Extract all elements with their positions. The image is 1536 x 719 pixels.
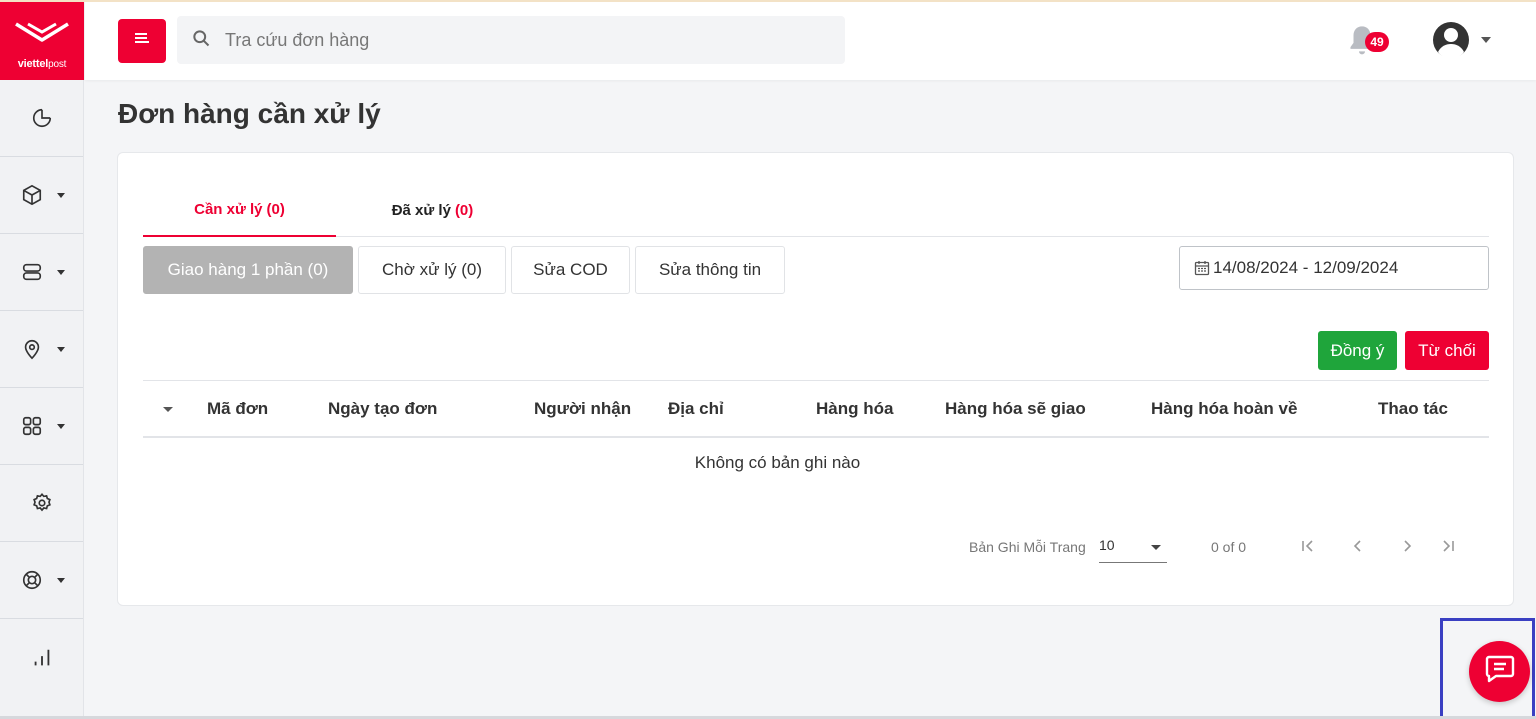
chevron-down-icon — [56, 423, 65, 429]
chevron-down-icon — [56, 346, 65, 352]
user-avatar-button[interactable] — [1431, 20, 1471, 60]
column-goods[interactable]: Hàng hóa — [816, 381, 893, 437]
sidebar: viettelpost — [0, 0, 84, 719]
column-created-date[interactable]: Ngày tạo đơn — [328, 381, 437, 437]
sidebar-item-support[interactable] — [0, 542, 83, 619]
menu-icon — [135, 32, 149, 50]
user-icon — [1431, 22, 1471, 64]
top-accent-line — [0, 0, 1536, 2]
location-icon — [19, 336, 45, 362]
sidebar-item-apps[interactable] — [0, 388, 83, 465]
rows-per-page-select[interactable]: 10 — [1099, 537, 1167, 563]
orders-card: Cần xử lý (0) Đã xử lý (0) Giao hàng 1 p… — [117, 152, 1514, 606]
empty-state-text: Không có bản ghi nào — [694, 453, 861, 472]
subtab-edit-cod[interactable]: Sửa COD — [511, 246, 630, 294]
gear-icon — [29, 490, 55, 516]
search-box — [177, 16, 845, 64]
date-range-picker[interactable]: 14/08/2024 - 12/09/2024 — [1179, 246, 1489, 290]
column-actions: Thao tác — [1378, 399, 1448, 418]
pagination-range: 0 of 0 — [1211, 539, 1247, 555]
tab-count: (0) — [266, 200, 285, 218]
chevron-left-icon — [1350, 538, 1366, 559]
chevron-down-icon — [56, 269, 65, 275]
subtab-partial-delivery[interactable]: Giao hàng 1 phần (0) — [143, 246, 353, 294]
box-icon — [19, 182, 45, 208]
sidebar-item-location[interactable] — [0, 311, 83, 388]
viettel-logo-mark — [15, 22, 69, 42]
calendar-icon — [1194, 260, 1210, 276]
chevron-down-icon — [1151, 545, 1161, 550]
column-goods-returned[interactable]: Hàng hóa hoàn về — [1151, 381, 1297, 437]
sub-tabs: Giao hàng 1 phần (0) Chờ xử lý (0) Sửa C… — [143, 246, 785, 294]
prev-page-button[interactable] — [1346, 536, 1370, 560]
apps-icon — [19, 413, 45, 439]
bar-chart-icon — [29, 645, 55, 671]
table-header: Mã đơn Ngày tạo đơn Người nhận Địa chỉ H… — [143, 380, 1489, 438]
tab-label: Đã xử lý — [391, 201, 451, 219]
last-page-button[interactable] — [1436, 536, 1460, 560]
sidebar-item-storage[interactable] — [0, 234, 83, 311]
column-order-code[interactable]: Mã đơn — [207, 381, 268, 437]
page-title: Đơn hàng cần xử lý — [118, 98, 381, 129]
sidebar-item-settings[interactable] — [0, 465, 83, 542]
last-page-icon — [1440, 538, 1456, 559]
subtab-waiting[interactable]: Chờ xử lý (0) — [358, 246, 506, 294]
rows-per-page-label: Bản Ghi Mỗi Trang — [969, 539, 1086, 555]
reject-button[interactable]: Từ chối — [1405, 331, 1489, 370]
chevron-right-icon — [1399, 538, 1415, 559]
accept-button[interactable]: Đồng ý — [1318, 331, 1397, 370]
sidebar-item-orders[interactable] — [0, 157, 83, 234]
column-address[interactable]: Địa chỉ — [668, 381, 724, 437]
top-header: 49 — [85, 2, 1536, 80]
subtab-edit-info[interactable]: Sửa thông tin — [635, 246, 785, 294]
column-recipient[interactable]: Người nhận — [534, 381, 631, 437]
tab-label: Cần xử lý — [194, 200, 263, 218]
chevron-down-icon[interactable] — [1481, 37, 1491, 43]
notification-badge: 49 — [1365, 32, 1389, 52]
chart-pie-icon — [29, 105, 55, 131]
chevron-down-icon — [56, 192, 65, 198]
tab-processed[interactable]: Đã xử lý (0) — [336, 183, 529, 237]
first-page-icon — [1300, 538, 1316, 559]
lifebuoy-icon — [19, 567, 45, 593]
notification-button[interactable]: 49 — [1347, 24, 1389, 60]
main-tabs: Cần xử lý (0) Đã xử lý (0) — [143, 183, 1489, 237]
first-page-button[interactable] — [1296, 536, 1320, 560]
tab-pending[interactable]: Cần xử lý (0) — [143, 183, 336, 237]
search-icon — [191, 28, 211, 53]
brand-logo[interactable]: viettelpost — [0, 0, 84, 80]
brand-name: viettelpost — [17, 58, 67, 70]
date-range-value: 14/08/2024 - 12/09/2024 — [1213, 258, 1399, 277]
sidebar-item-dashboard[interactable] — [0, 80, 83, 157]
chevron-down-icon[interactable] — [163, 407, 173, 412]
server-icon — [19, 259, 45, 285]
chat-button[interactable] — [1469, 641, 1530, 702]
sidebar-item-reports[interactable] — [0, 619, 83, 697]
chat-icon — [1484, 654, 1516, 689]
menu-toggle-button[interactable] — [118, 19, 166, 63]
rows-per-page-value: 10 — [1099, 537, 1115, 553]
column-goods-to-deliver[interactable]: Hàng hóa sẽ giao — [945, 381, 1086, 437]
search-input[interactable] — [225, 29, 825, 51]
chevron-down-icon — [56, 577, 65, 583]
tab-count: (0) — [454, 201, 474, 219]
next-page-button[interactable] — [1395, 536, 1419, 560]
